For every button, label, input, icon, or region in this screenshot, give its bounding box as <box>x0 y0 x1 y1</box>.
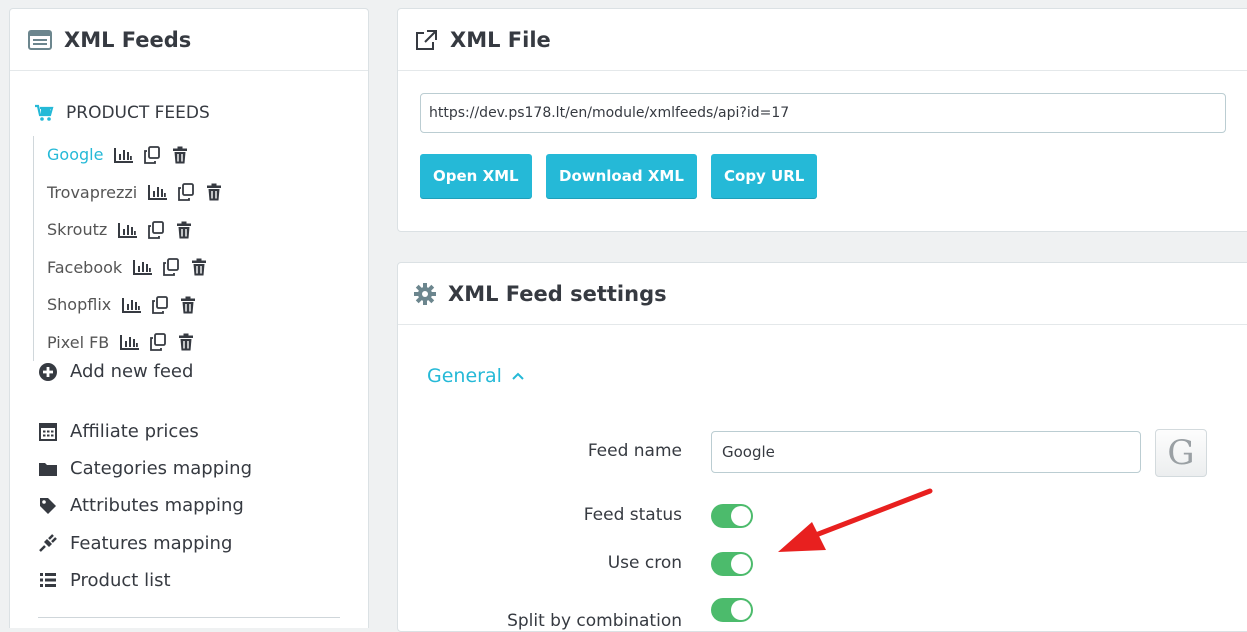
download-xml-button[interactable]: Download XML <box>546 154 697 198</box>
switch-knob <box>731 554 751 574</box>
open-xml-button[interactable]: Open XML <box>420 154 532 198</box>
xml-file-title: XML File <box>450 27 551 52</box>
trash-icon[interactable] <box>176 332 196 352</box>
trash-icon[interactable] <box>204 182 224 202</box>
copy-icon[interactable] <box>161 257 181 277</box>
feed-item: Google <box>47 136 232 174</box>
plug-icon <box>38 533 58 553</box>
feed-list: Google Trovaprezzi Skroutz Facebook Shopflix… <box>33 136 232 361</box>
calculator-icon <box>38 422 58 442</box>
menu-item-label: Categories mapping <box>70 458 252 480</box>
gear-icon <box>414 282 436 305</box>
feed-item: Skroutz <box>47 211 232 249</box>
copy-icon[interactable] <box>146 220 166 240</box>
copy-icon[interactable] <box>150 295 170 315</box>
add-new-feed-link[interactable]: Add new feed <box>38 361 193 382</box>
plus-circle-icon <box>38 362 58 382</box>
chevron-up-icon <box>512 368 524 384</box>
copy-icon[interactable] <box>142 145 162 165</box>
trash-icon[interactable] <box>174 220 194 240</box>
product-feeds-label: PRODUCT FEEDS <box>66 103 210 123</box>
use-cron-label: Use cron <box>607 553 682 573</box>
copy-icon[interactable] <box>176 182 196 202</box>
sidebar-menu-item[interactable]: Product list <box>38 570 171 591</box>
bar-chart-icon[interactable] <box>120 332 140 352</box>
feed-link[interactable]: Facebook <box>47 258 122 277</box>
xml-file-header: XML File <box>398 9 1247 71</box>
settings-header: XML Feed settings <box>398 263 1247 325</box>
bar-chart-icon[interactable] <box>118 220 138 240</box>
feed-name-label: Feed name <box>587 441 682 461</box>
xml-feed-settings-panel: XML Feed settings General Feed name G Fe… <box>397 262 1247 632</box>
menu-item-label: Product list <box>70 569 171 591</box>
copy-icon[interactable] <box>148 332 168 352</box>
cart-icon <box>34 104 54 122</box>
feed-link[interactable]: Shopflix <box>47 295 111 314</box>
general-label: General <box>427 365 502 387</box>
menu-item-label: Attributes mapping <box>70 495 244 517</box>
feed-name-input[interactable] <box>711 431 1141 473</box>
bar-chart-icon[interactable] <box>114 145 134 165</box>
xml-url-input[interactable] <box>420 93 1226 133</box>
feed-link[interactable]: Pixel FB <box>47 333 109 352</box>
menu-item-label: Features mapping <box>70 532 233 554</box>
feed-status-switch[interactable] <box>711 504 753 528</box>
feed-status-label: Feed status <box>583 505 682 525</box>
feed-link[interactable]: Trovaprezzi <box>47 183 137 202</box>
list-icon <box>38 570 58 590</box>
xml-file-panel: XML File Open XML Download XML Copy URL <box>397 8 1247 232</box>
switch-knob <box>731 506 751 526</box>
sidebar-divider <box>38 617 340 618</box>
feed-item: Facebook <box>47 249 232 287</box>
trash-icon[interactable] <box>178 295 198 315</box>
google-g-button[interactable]: G <box>1155 429 1207 477</box>
switch-knob <box>731 600 751 620</box>
list-window-icon <box>28 29 52 50</box>
external-link-icon <box>414 29 438 51</box>
menu-item-label: Affiliate prices <box>70 421 199 442</box>
bar-chart-icon[interactable] <box>148 182 168 202</box>
bar-chart-icon[interactable] <box>122 295 142 315</box>
red-arrow-annotation <box>778 488 933 552</box>
trash-icon[interactable] <box>189 257 209 277</box>
general-section-toggle[interactable]: General <box>427 365 524 387</box>
folder-icon <box>38 459 58 479</box>
sidebar-header: XML Feeds <box>10 9 368 71</box>
add-new-feed-label: Add new feed <box>70 361 194 382</box>
bar-chart-icon[interactable] <box>133 257 153 277</box>
settings-title: XML Feed settings <box>448 281 667 306</box>
sidebar-menu-item[interactable]: Categories mapping <box>38 458 252 479</box>
sidebar-menu-item[interactable]: Features mapping <box>38 533 232 554</box>
tag-icon <box>38 496 58 516</box>
feed-link[interactable]: Google <box>47 145 103 164</box>
split-by-combination-switch[interactable] <box>711 598 753 622</box>
feed-item: Shopflix <box>47 286 232 324</box>
copy-url-button[interactable]: Copy URL <box>711 154 818 198</box>
use-cron-switch[interactable] <box>711 552 753 576</box>
sidebar-title: XML Feeds <box>64 27 192 52</box>
feed-item: Pixel FB <box>47 324 232 362</box>
split-by-combination-label: Split by combination <box>507 611 682 631</box>
sidebar-menu-item[interactable]: Attributes mapping <box>38 495 244 516</box>
trash-icon[interactable] <box>170 145 190 165</box>
product-feeds-heading: PRODUCT FEEDS <box>34 103 210 123</box>
feed-item: Trovaprezzi <box>47 174 232 212</box>
feed-link[interactable]: Skroutz <box>47 220 107 239</box>
sidebar-menu-item[interactable]: Affiliate prices <box>38 421 199 442</box>
sidebar-panel: XML Feeds PRODUCT FEEDS Google Trovaprezz… <box>9 8 369 628</box>
